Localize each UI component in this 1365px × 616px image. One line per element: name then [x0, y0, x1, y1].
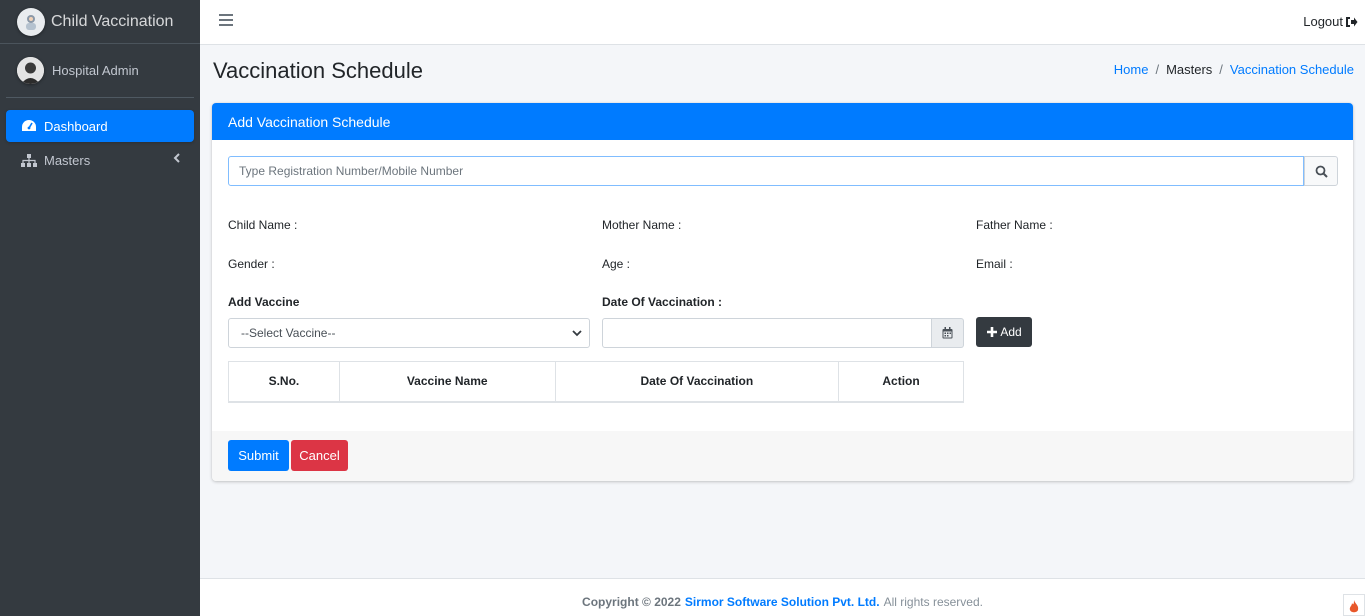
- rights-text: All rights reserved.: [883, 594, 983, 609]
- table-header-row: S.No. Vaccine Name Date Of Vaccination A…: [228, 361, 964, 403]
- date-of-vaccination-label: Date Of Vaccination :: [602, 295, 723, 309]
- sidebar-item-masters[interactable]: Masters: [6, 144, 194, 176]
- sidebar-item-label: Masters: [44, 152, 91, 168]
- brand-link[interactable]: Child Vaccination: [0, 0, 200, 44]
- cancel-button[interactable]: Cancel: [291, 440, 348, 471]
- column-header-action: Action: [838, 361, 964, 403]
- tachometer-icon: [20, 119, 38, 133]
- card-footer: [212, 431, 1353, 481]
- submit-button[interactable]: Submit: [228, 440, 289, 471]
- breadcrumb-home[interactable]: Home: [1114, 62, 1149, 77]
- sitemap-icon: [20, 153, 38, 167]
- menu-toggle-icon[interactable]: [219, 14, 233, 28]
- email-label: Email :: [976, 257, 1013, 271]
- sidebar-nav: Dashboard Masters: [0, 110, 200, 176]
- date-group: [602, 318, 964, 348]
- calendar-button[interactable]: [932, 318, 964, 348]
- logout-link[interactable]: Logout: [1303, 14, 1358, 29]
- chevron-left-icon: [173, 152, 181, 167]
- age-label: Age :: [602, 257, 631, 271]
- logout-label: Logout: [1303, 14, 1343, 29]
- sidebar-item-label: Dashboard: [44, 118, 108, 134]
- page-title: Vaccination Schedule: [213, 58, 423, 83]
- card-header: Add Vaccination Schedule: [212, 103, 1353, 140]
- column-header-vaccine-name: Vaccine Name: [338, 361, 556, 403]
- plus-icon: [987, 327, 998, 337]
- search-button[interactable]: [1304, 156, 1338, 186]
- user-avatar-icon: [17, 57, 44, 84]
- father-name-label: Father Name :: [976, 218, 1053, 232]
- search-icon: [1315, 165, 1328, 178]
- breadcrumb-separator: /: [1155, 62, 1160, 77]
- vaccination-schedule-card: Add Vaccination Schedule Child Name : Mo…: [212, 103, 1353, 481]
- vaccine-select-value: --Select Vaccine--: [241, 326, 336, 340]
- user-name[interactable]: Hospital Admin: [52, 63, 139, 78]
- mother-name-label: Mother Name :: [602, 218, 682, 232]
- vaccine-select[interactable]: --Select Vaccine--: [228, 318, 590, 348]
- search-input[interactable]: [228, 156, 1304, 186]
- column-header-sno: S.No.: [228, 361, 340, 403]
- flame-icon[interactable]: [1343, 594, 1365, 616]
- breadcrumb-separator: /: [1219, 62, 1223, 77]
- add-vaccine-button[interactable]: Add: [976, 317, 1032, 347]
- company-link[interactable]: Sirmor Software Solution Pvt. Ltd.: [685, 595, 880, 609]
- page-footer: Copyright © 2022 Sirmor Software Solutio…: [200, 578, 1365, 616]
- copyright-text: Copyright © 2022: [582, 594, 681, 609]
- calendar-icon: [942, 327, 953, 339]
- child-doctor-logo-icon: [17, 7, 45, 36]
- breadcrumb-current[interactable]: Vaccination Schedule: [1230, 62, 1354, 77]
- add-button-label: Add: [1000, 325, 1022, 339]
- brand-title: Child Vaccination: [51, 12, 174, 30]
- breadcrumb: Home / Masters / Vaccination Schedule: [1114, 62, 1354, 77]
- sidebar: Child Vaccination Hospital Admin Dashboa…: [0, 0, 200, 616]
- gender-label: Gender :: [228, 257, 275, 271]
- add-vaccine-label: Add Vaccine: [228, 295, 300, 309]
- user-panel[interactable]: Hospital Admin: [6, 44, 194, 98]
- column-header-date: Date Of Vaccination: [554, 361, 840, 403]
- chevron-down-icon: [572, 330, 582, 337]
- breadcrumb-masters: Masters: [1166, 62, 1213, 77]
- vaccine-table: S.No. Vaccine Name Date Of Vaccination A…: [228, 361, 964, 403]
- sidebar-item-dashboard[interactable]: Dashboard: [6, 110, 194, 142]
- sign-out-icon: [1346, 16, 1358, 27]
- date-of-vaccination-input[interactable]: [602, 318, 932, 348]
- topbar: Logout: [200, 0, 1365, 45]
- child-name-label: Child Name :: [228, 218, 298, 232]
- search-group: [228, 156, 1338, 186]
